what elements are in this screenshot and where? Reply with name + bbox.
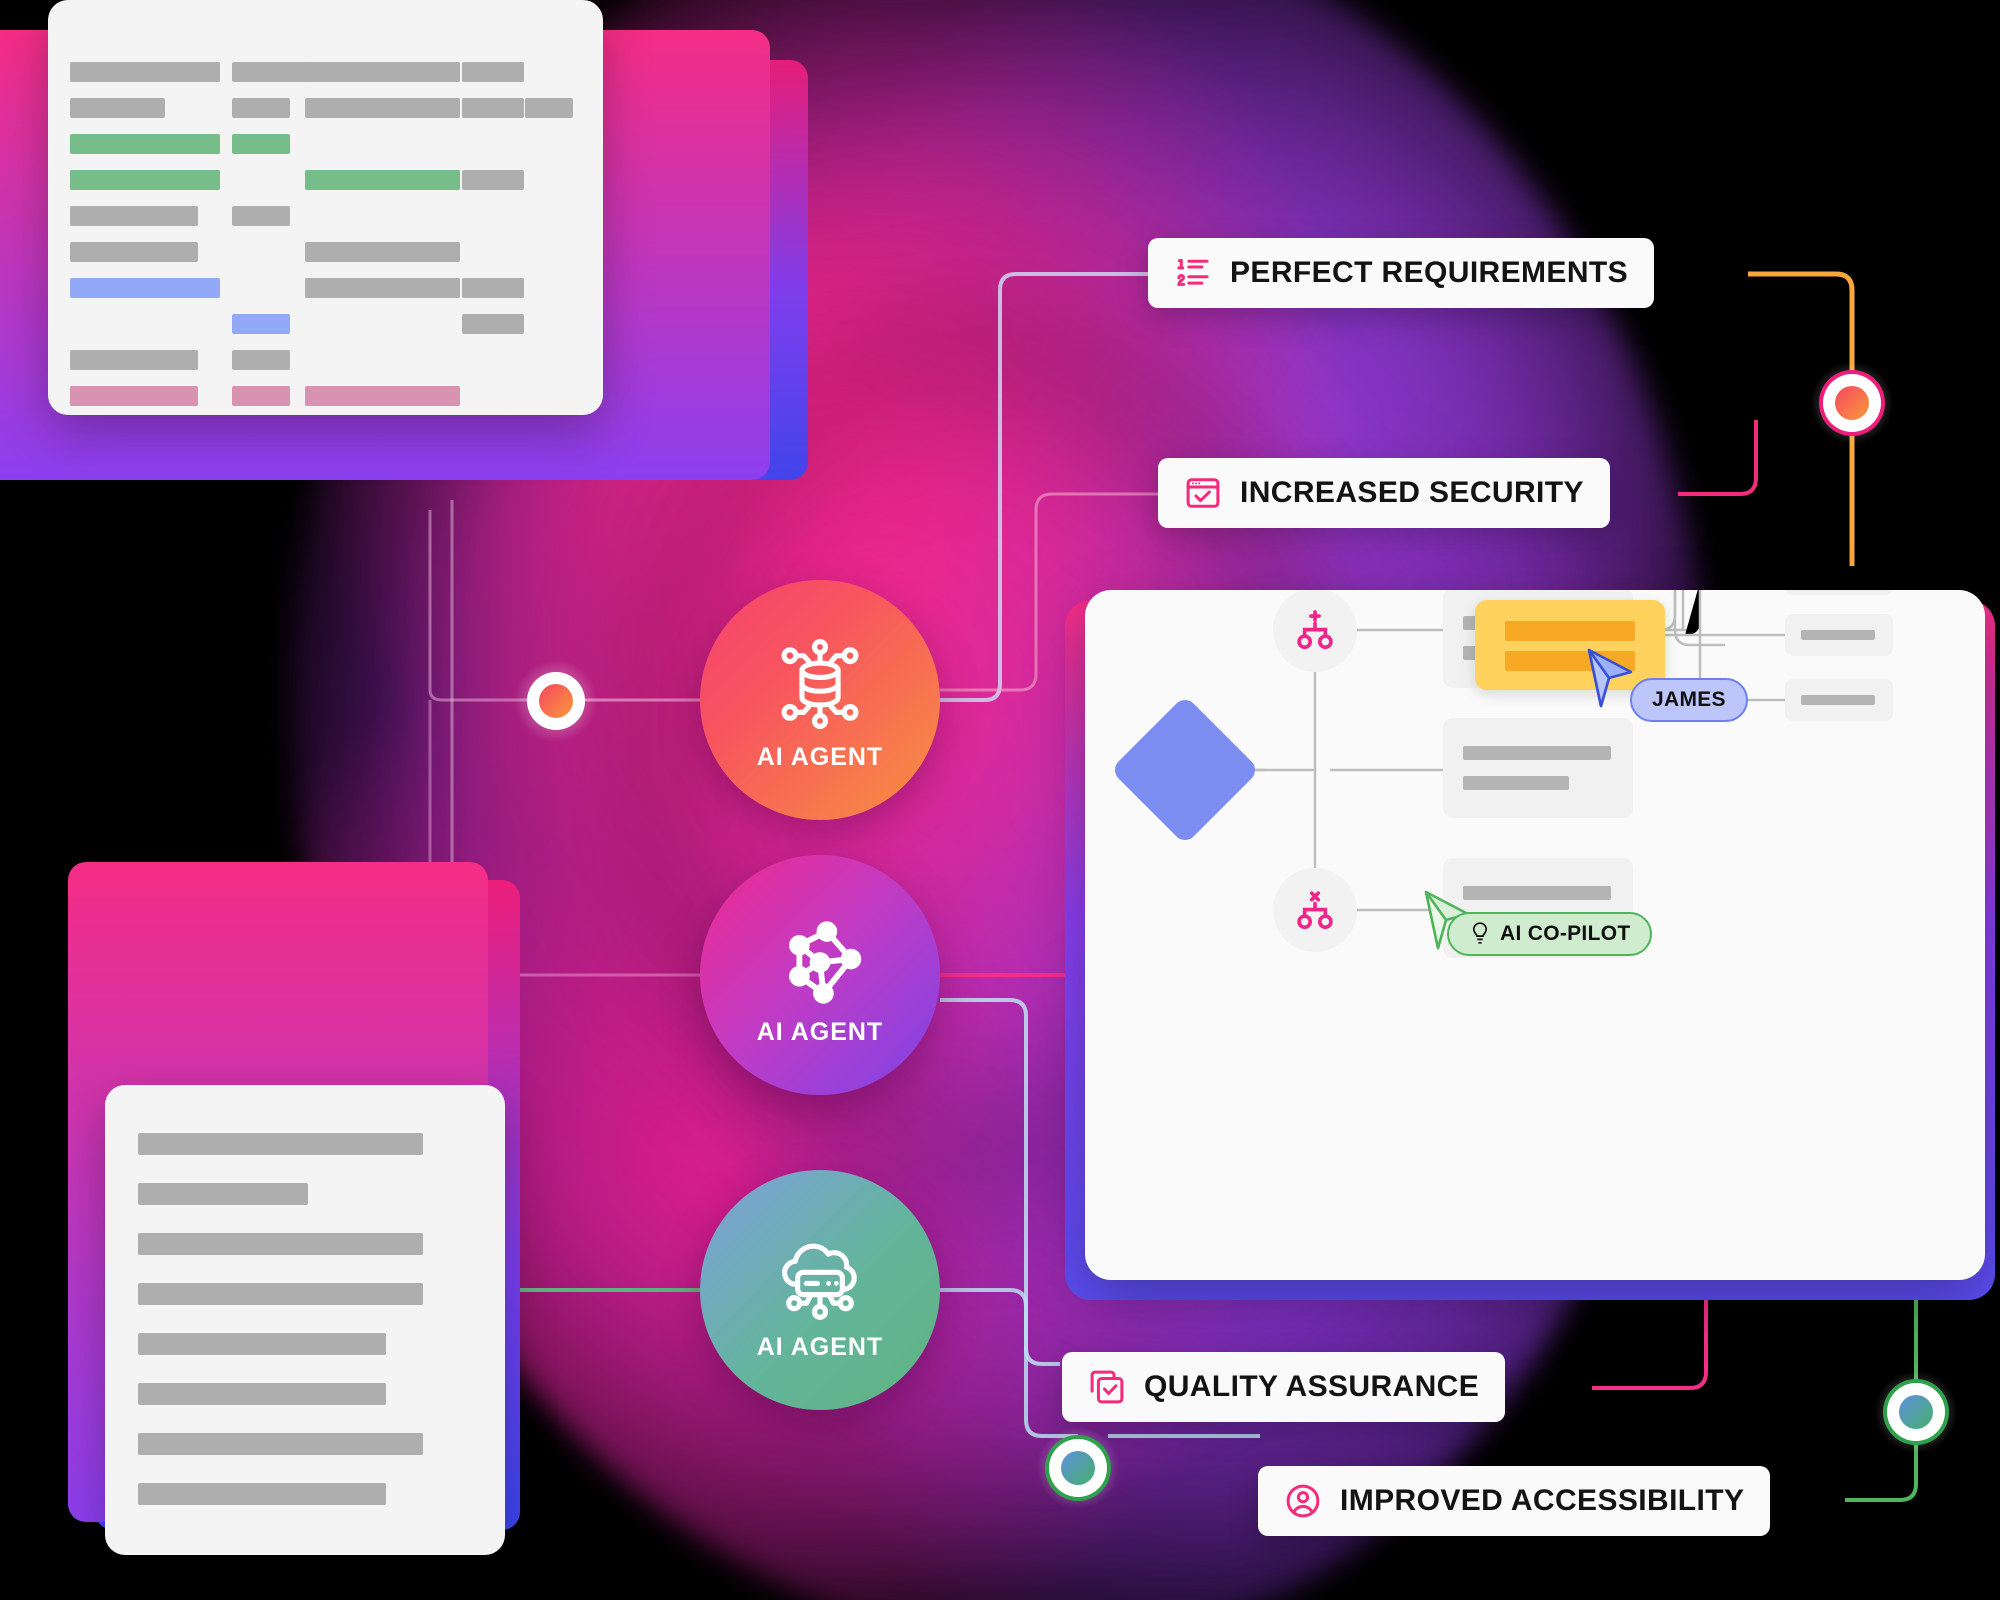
doc-top-bar [305,242,460,262]
doc-bottom-bar [138,1233,423,1255]
specification-document-card[interactable] [105,1085,505,1555]
doc-top-bar [305,170,460,190]
hierarchy-plus-icon [1297,610,1333,650]
doc-top-bar [462,170,524,190]
badge-label: INCREASED SECURITY [1240,476,1584,509]
copy-check-icon [1090,1370,1124,1404]
doc-top-bar [70,134,220,154]
doc-top-bar [70,62,220,82]
doc-top-bar [462,314,524,334]
james-user-label[interactable]: JAMES [1630,678,1748,722]
user-circle-icon [1286,1484,1320,1518]
hierarchy-x-icon [1297,891,1333,930]
doc-bottom-bar [138,1133,423,1155]
doc-top-bar [232,62,307,82]
diagram-leaf-card-2[interactable] [1785,614,1893,656]
neural-network-icon [789,920,862,1004]
doc-top-bar [232,98,290,118]
doc-top-bar [525,98,573,118]
highlighted-diagram-card[interactable] [1475,600,1665,690]
requirements-document-card[interactable] [48,0,603,415]
ai-agent-node-2[interactable]: AI AGENT [700,855,940,1095]
doc-top-bar [232,350,290,370]
badge-perfect-requirements[interactable]: PERFECT REQUIREMENTS [1148,238,1655,308]
doc-bottom-bar [138,1333,386,1355]
doc-top-bar [462,98,524,118]
workflow-diagram-panel[interactable]: JAMES AI CO-PILOT [1085,590,1985,1280]
ai-agent-2-label: AI AGENT [756,1017,884,1046]
ai-agent-3-label: AI AGENT [756,1332,884,1361]
doc-top-bar [70,206,198,226]
doc-top-bar [232,386,290,406]
badge-quality-assurance[interactable]: QUALITY ASSURANCE [1062,1352,1506,1422]
ai-agent-node-3[interactable]: AI AGENT [700,1170,940,1410]
diagram-card-middle[interactable] [1443,718,1633,818]
ai-copilot-label-text: AI CO-PILOT [1500,922,1631,945]
diagram-leaf-card-3[interactable] [1785,679,1893,721]
doc-top-bar [70,350,198,370]
lightbulb-icon [1472,922,1488,944]
james-label-text: JAMES [1652,688,1726,711]
badge-label: QUALITY ASSURANCE [1144,1370,1480,1403]
numbered-list-icon [1177,259,1209,286]
connector-dot-agent1 [513,658,599,744]
badge-increased-security[interactable]: INCREASED SECURITY [1158,458,1610,528]
doc-top-bar [70,242,198,262]
cloud-server-icon [782,1243,857,1320]
badge-label: PERFECT REQUIREMENTS [1230,256,1629,289]
doc-top-bar [232,314,290,334]
doc-bottom-bar [138,1383,386,1405]
ai-agent-node-1[interactable]: AI AGENT [700,580,940,820]
connector-dot-bottom-right [1873,1369,1959,1455]
connector-dot-bottom-center [1035,1425,1121,1511]
badge-improved-accessibility[interactable]: IMPROVED ACCESSIBILITY [1258,1466,1771,1536]
doc-bottom-bar [138,1483,386,1505]
doc-top-bar [70,170,220,190]
ai-agent-1-label: AI AGENT [756,742,884,771]
connector-dot-top-right [1809,360,1895,446]
doc-top-bar [462,62,524,82]
browser-check-icon [1186,478,1220,508]
doc-top-bar [70,278,220,298]
doc-top-bar [70,386,198,406]
doc-top-bar [232,134,290,154]
james-pointer-cursor [1587,648,1633,708]
doc-top-bar [70,98,165,118]
ai-copilot-label[interactable]: AI CO-PILOT [1447,912,1653,956]
database-network-icon [781,638,859,729]
illustration-canvas: JAMES AI CO-PILOT AI AGENT AI AGENT AI A… [0,0,2000,1600]
doc-top-bar [305,62,460,82]
doc-bottom-bar [138,1433,423,1455]
diagram-leaf-card-1[interactable] [1785,590,1893,595]
doc-top-bar [305,98,460,118]
hierarchy-plus-node[interactable] [1273,590,1357,672]
doc-bottom-bar [138,1183,308,1205]
doc-top-bar [305,278,460,298]
doc-bottom-bar [138,1283,423,1305]
doc-top-bar [232,206,290,226]
doc-top-bar [305,386,460,406]
badge-label: IMPROVED ACCESSIBILITY [1340,1484,1745,1517]
hierarchy-x-node[interactable] [1273,868,1357,952]
doc-top-bar [462,278,524,298]
